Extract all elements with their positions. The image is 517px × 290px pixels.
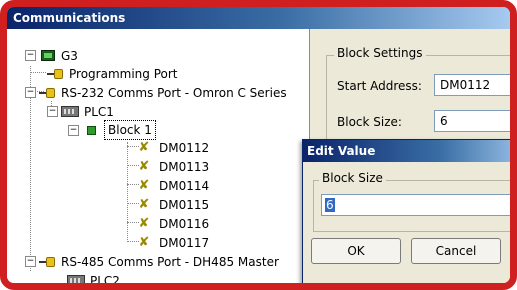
cancel-button[interactable]: Cancel <box>411 238 501 264</box>
collapse-icon[interactable]: − <box>25 256 36 267</box>
ok-button[interactable]: OK <box>311 238 401 264</box>
tree-item-register[interactable]: ✘ DM0115 <box>137 195 210 213</box>
tree-item-plc1[interactable]: − PLC1 <box>47 102 114 120</box>
tree-item-register[interactable]: ✘ DM0116 <box>137 214 210 232</box>
tree-item-register[interactable]: ✘ DM0112 <box>137 138 210 156</box>
tree-item-register[interactable]: ✘ DM0113 <box>137 157 210 175</box>
tree-connector <box>30 72 46 73</box>
tree-item-register[interactable]: ✘ DM0117 <box>137 233 210 251</box>
tree-item-block1[interactable]: − Block 1 <box>68 120 156 140</box>
tree-view[interactable]: − G3 Programming Port − RS-232 Comms Port … <box>7 29 310 283</box>
collapse-icon[interactable]: − <box>25 87 36 98</box>
tree-item-register[interactable]: ✘ DM0114 <box>137 176 210 194</box>
g3-device-icon <box>41 50 55 61</box>
tree-item-programming-port[interactable]: Programming Port <box>47 64 177 82</box>
block-settings-title: Block Settings <box>334 46 426 60</box>
port-icon <box>39 87 57 99</box>
tree-item-rs485-port[interactable]: − RS-485 Comms Port - DH485 Master <box>25 252 279 270</box>
register-icon: ✘ <box>138 139 150 155</box>
window-frame: Communications − G3 Programming Port − RS-… <box>0 0 517 290</box>
edit-value-dialog: Edit Value Block Size 6 OK Cancel <box>302 139 510 283</box>
port-icon <box>47 68 65 80</box>
register-icon: ✘ <box>138 196 150 212</box>
collapse-icon[interactable]: − <box>47 106 58 117</box>
block-size-group-title: Block Size <box>319 171 386 185</box>
register-icon: ✘ <box>138 234 150 250</box>
block-size-label: Block Size: <box>337 115 402 129</box>
register-icon: ✘ <box>138 158 150 174</box>
collapse-icon[interactable]: − <box>25 50 36 61</box>
register-icon: ✘ <box>138 215 150 231</box>
start-address-label: Start Address: <box>337 79 422 93</box>
register-icon: ✘ <box>138 177 150 193</box>
dialog-title: Edit Value <box>303 140 510 162</box>
start-address-field[interactable]: DM0112 <box>434 74 510 96</box>
tree-connector <box>127 142 128 242</box>
block-size-field[interactable]: 6 <box>434 110 510 132</box>
plc-icon <box>61 106 79 117</box>
tree-item-rs232-port[interactable]: − RS-232 Comms Port - Omron C Series <box>25 83 287 101</box>
plc-icon <box>67 275 85 283</box>
window-title: Communications <box>7 7 510 29</box>
tree-item-plc2[interactable]: PLC2 <box>67 271 120 283</box>
tree-item-g3[interactable]: − G3 <box>25 46 78 64</box>
block-icon <box>87 125 96 135</box>
port-icon <box>39 256 57 268</box>
collapse-icon[interactable]: − <box>68 124 79 136</box>
block-size-input-value: 6 <box>325 198 335 212</box>
block-size-input[interactable]: 6 <box>321 194 510 216</box>
